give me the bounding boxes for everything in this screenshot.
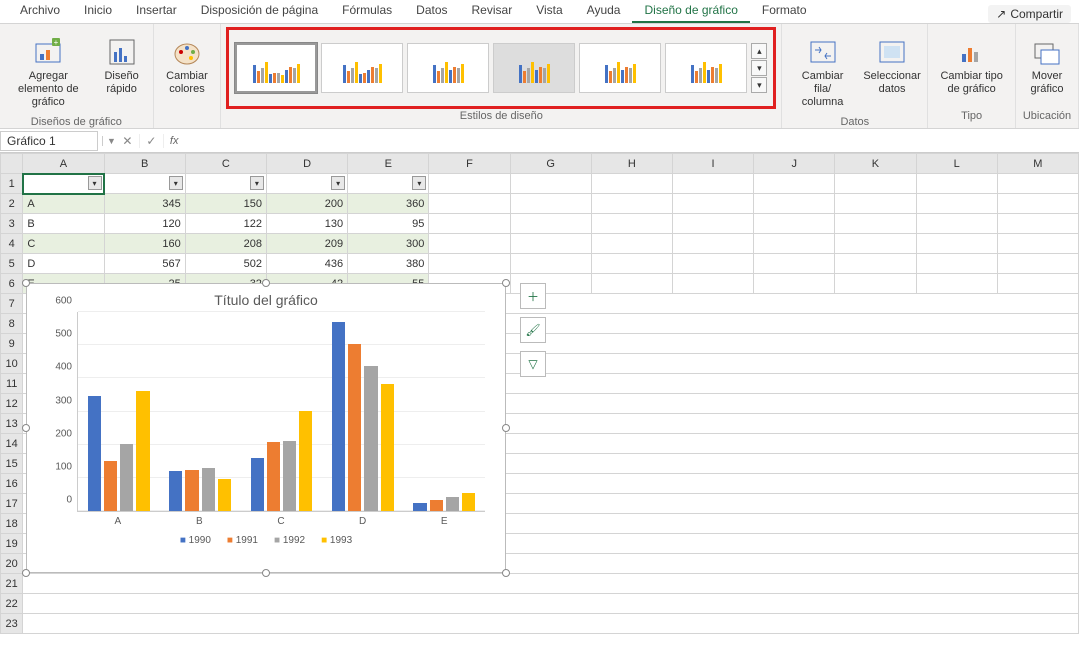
namebox-dropdown[interactable]: ▼ <box>102 136 116 146</box>
share-button[interactable]: ↗ Compartir <box>988 5 1071 23</box>
tab-datos[interactable]: Datos <box>404 0 459 23</box>
palette-icon <box>171 36 203 68</box>
chart-style-3[interactable] <box>407 43 489 93</box>
tab-formato[interactable]: Formato <box>750 0 819 23</box>
group-label-disenos: Diseños de gráfico <box>6 114 147 130</box>
resize-handle[interactable] <box>22 569 30 577</box>
chart-style-4[interactable] <box>493 43 575 93</box>
resize-handle[interactable] <box>22 279 30 287</box>
chart-type-icon <box>956 36 988 68</box>
tab-ayuda[interactable]: Ayuda <box>575 0 633 23</box>
col-L[interactable]: L <box>916 154 997 174</box>
share-icon: ↗ <box>996 7 1006 21</box>
resize-handle[interactable] <box>502 569 510 577</box>
col-B[interactable]: B <box>104 154 185 174</box>
cell-D1[interactable]: 1992▾ <box>266 174 347 194</box>
move-chart-icon <box>1031 36 1063 68</box>
resize-handle[interactable] <box>22 424 30 432</box>
svg-text:+: + <box>54 38 59 47</box>
cell-A1[interactable]: Fase▾ <box>23 174 104 194</box>
filter-dropdown-icon[interactable]: ▾ <box>88 176 102 190</box>
col-G[interactable]: G <box>510 154 591 174</box>
resize-handle[interactable] <box>262 569 270 577</box>
cancel-icon[interactable]: ✕ <box>116 134 140 148</box>
cell-B1[interactable]: 1990▾ <box>104 174 185 194</box>
cell-E1[interactable]: 1993▾ <box>348 174 429 194</box>
quick-layout-button[interactable]: Diseño rápido <box>97 32 147 100</box>
col-C[interactable]: C <box>185 154 266 174</box>
chart-style-5[interactable] <box>579 43 661 93</box>
brush-icon: 🖌 <box>525 323 540 337</box>
embedded-chart[interactable]: Título del gráfico 0100200300400500600 A… <box>26 283 506 573</box>
group-label-tipo: Tipo <box>934 108 1009 124</box>
col-F[interactable]: F <box>429 154 510 174</box>
chart-elements-button[interactable]: ＋ <box>520 283 546 309</box>
chart-side-tools: ＋ 🖌 ▽ <box>520 283 546 377</box>
col-D[interactable]: D <box>266 154 347 174</box>
formula-bar: Gráfico 1 ▼ ✕ ✓ fx <box>0 129 1079 153</box>
group-label-datos: Datos <box>788 114 921 130</box>
cell-C1[interactable]: 1991▾ <box>185 174 266 194</box>
tab-inicio[interactable]: Inicio <box>72 0 124 23</box>
col-K[interactable]: K <box>835 154 916 174</box>
col-H[interactable]: H <box>591 154 672 174</box>
group-label-ubic: Ubicación <box>1022 108 1072 124</box>
chart-styles-gallery: ▴ ▾ ▾ <box>227 28 775 108</box>
filter-dropdown-icon[interactable]: ▾ <box>331 176 345 190</box>
tab-insertar[interactable]: Insertar <box>124 0 189 23</box>
chart-style-2[interactable] <box>321 43 403 93</box>
plus-icon: ＋ <box>527 288 539 305</box>
chart-style-1[interactable] <box>235 43 317 93</box>
tab-formulas[interactable]: Fórmulas <box>330 0 404 23</box>
resize-handle[interactable] <box>262 279 270 287</box>
row-1[interactable]: 1 <box>1 174 23 194</box>
filter-dropdown-icon[interactable]: ▾ <box>412 176 426 190</box>
col-I[interactable]: I <box>672 154 753 174</box>
col-E[interactable]: E <box>348 154 429 174</box>
chart-styles-button[interactable]: 🖌 <box>520 317 546 343</box>
switch-icon <box>807 36 839 68</box>
chart-title[interactable]: Título del gráfico <box>27 284 505 312</box>
col-A[interactable]: A <box>23 154 104 174</box>
chart-style-6[interactable] <box>665 43 747 93</box>
funnel-icon: ▽ <box>528 357 537 371</box>
switch-row-column-button[interactable]: Cambiar fila/ columna <box>788 32 857 114</box>
select-data-icon <box>876 36 908 68</box>
chart-filter-button[interactable]: ▽ <box>520 351 546 377</box>
quick-layout-icon <box>106 36 138 68</box>
select-all-corner[interactable] <box>1 154 23 174</box>
filter-dropdown-icon[interactable]: ▾ <box>250 176 264 190</box>
tab-archivo[interactable]: Archivo <box>8 0 72 23</box>
fx-icon[interactable]: fx <box>164 135 185 147</box>
chart-plot-area[interactable]: 0100200300400500600 <box>77 312 485 512</box>
formula-input[interactable] <box>184 131 1079 150</box>
tab-disposicion[interactable]: Disposición de página <box>189 0 330 23</box>
chart-x-labels: ABCDE <box>77 512 485 527</box>
enter-icon[interactable]: ✓ <box>140 134 164 148</box>
filter-dropdown-icon[interactable]: ▾ <box>169 176 183 190</box>
add-element-icon: + <box>32 36 64 68</box>
change-chart-type-button[interactable]: Cambiar tipo de gráfico <box>934 32 1009 100</box>
tab-revisar[interactable]: Revisar <box>460 0 525 23</box>
resize-handle[interactable] <box>502 279 510 287</box>
gallery-scroll-up[interactable]: ▴ <box>751 43 767 59</box>
gallery-scroll-down[interactable]: ▾ <box>751 60 767 76</box>
move-chart-button[interactable]: Mover gráfico <box>1022 32 1072 100</box>
col-M[interactable]: M <box>997 154 1078 174</box>
ribbon-tabs: Archivo Inicio Insertar Disposición de p… <box>0 0 1079 24</box>
group-label-estilos: Estilos de diseño <box>227 108 775 124</box>
resize-handle[interactable] <box>502 424 510 432</box>
change-colors-button[interactable]: Cambiar colores <box>160 32 215 100</box>
col-J[interactable]: J <box>754 154 835 174</box>
tab-vista[interactable]: Vista <box>524 0 574 23</box>
name-box[interactable]: Gráfico 1 <box>0 131 98 151</box>
gallery-expand[interactable]: ▾ <box>751 77 767 93</box>
ribbon: + Agregar elemento de gráfico Diseño ráp… <box>0 24 1079 129</box>
chart-legend: 1990 1991 1992 1993 <box>27 527 505 554</box>
tab-diseno-grafico[interactable]: Diseño de gráfico <box>632 0 749 23</box>
add-chart-element-button[interactable]: + Agregar elemento de gráfico <box>6 32 91 114</box>
select-data-button[interactable]: Seleccionar datos <box>863 32 921 100</box>
